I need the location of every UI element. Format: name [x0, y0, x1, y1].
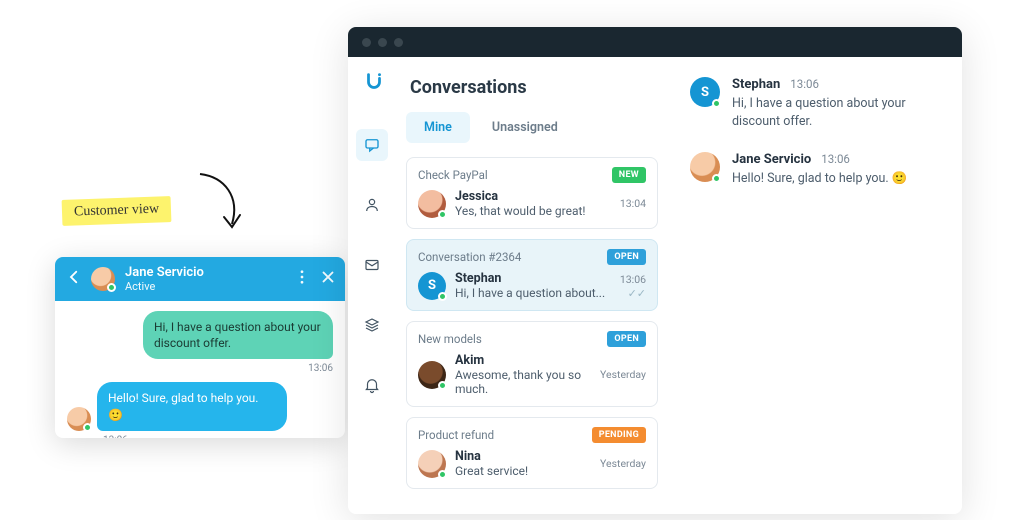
app-logo-icon[interactable]	[363, 71, 385, 99]
conversation-item[interactable]: New models OPEN Akim Awesome, thank you …	[406, 321, 658, 407]
window-titlebar	[348, 27, 962, 57]
arrow-customer-icon	[190, 169, 250, 239]
status-badge: OPEN	[607, 249, 646, 265]
status-badge: OPEN	[607, 331, 646, 347]
more-icon[interactable]	[293, 268, 309, 290]
agent-avatar	[91, 267, 115, 291]
thread-time: 13:06	[821, 152, 850, 166]
sidebar	[348, 57, 396, 514]
tab-unassigned[interactable]: Unassigned	[474, 112, 576, 143]
status-badge: PENDING	[592, 427, 646, 443]
close-icon[interactable]	[319, 268, 335, 290]
sidebar-item-inbox[interactable]	[356, 249, 388, 281]
conversation-time: 13:06	[620, 273, 646, 286]
conversation-subject: New models	[418, 332, 482, 346]
customer-chat-widget: Jane Servicio Active Hi, I have a questi…	[55, 257, 345, 438]
thread-message: Jane Servicio 13:06 Hello! Sure, glad to…	[690, 152, 942, 188]
thread-time: 13:06	[790, 77, 819, 91]
conversation-list-panel: Conversations Mine Unassigned Check PayP…	[396, 57, 672, 514]
message-out: Hi, I have a question about your discoun…	[67, 311, 333, 359]
agent-window: Conversations Mine Unassigned Check PayP…	[348, 27, 962, 514]
thread-text: Hello! Sure, glad to help you. 🙂	[732, 170, 907, 188]
chat-body: Hi, I have a question about your discoun…	[55, 301, 345, 438]
page-title: Conversations	[410, 77, 654, 98]
traffic-light-icon	[362, 38, 371, 47]
sender-name: Stephan	[455, 271, 605, 286]
snippet: Yes, that would be great!	[455, 204, 586, 218]
agent-name: Jane Servicio	[125, 265, 204, 280]
sidebar-item-contacts[interactable]	[356, 189, 388, 221]
sidebar-item-conversations[interactable]	[356, 129, 388, 161]
traffic-light-icon	[394, 38, 403, 47]
tabs: Mine Unassigned	[406, 112, 658, 143]
conversation-item[interactable]: Product refund PENDING Nina Great servic…	[406, 417, 658, 489]
sender-name: Jessica	[455, 189, 586, 204]
conversation-item[interactable]: Conversation #2364 OPEN S Stephan Hi, I …	[406, 239, 658, 311]
conversation-item[interactable]: Check PayPal NEW Jessica Yes, that would…	[406, 157, 658, 229]
tab-mine[interactable]: Mine	[406, 112, 470, 143]
thread-message: S Stephan 13:06 Hi, I have a question ab…	[690, 77, 942, 130]
avatar	[418, 361, 446, 389]
message-in: Hello! Sure, glad to help you. 🙂	[67, 382, 333, 430]
chat-header-text: Jane Servicio Active	[125, 265, 204, 293]
snippet: Awesome, thank you so much.	[455, 368, 600, 396]
thread-sender: Jane Servicio	[732, 152, 811, 167]
avatar	[418, 190, 446, 218]
sidebar-item-notifications[interactable]	[356, 369, 388, 401]
status-badge: NEW	[612, 167, 646, 183]
avatar	[67, 407, 91, 431]
conversation-subject: Conversation #2364	[418, 250, 521, 264]
traffic-light-icon	[378, 38, 387, 47]
thread-text: Hi, I have a question about your discoun…	[732, 95, 942, 130]
customer-view-label: Customer view	[62, 196, 172, 226]
message-bubble: Hi, I have a question about your discoun…	[143, 311, 333, 359]
sidebar-item-stack[interactable]	[356, 309, 388, 341]
avatar: S	[418, 272, 446, 300]
back-icon[interactable]	[65, 268, 83, 290]
snippet: Hi, I have a question about...	[455, 286, 605, 300]
conversation-time: 13:04	[620, 197, 646, 210]
conversation-time: Yesterday	[600, 457, 646, 470]
conversation-subject: Check PayPal	[418, 168, 488, 182]
sender-name: Nina	[455, 449, 528, 464]
read-receipt-icon: ✓✓	[620, 288, 646, 299]
avatar	[690, 152, 720, 182]
snippet: Great service!	[455, 464, 528, 478]
message-time: 13:06	[67, 363, 333, 374]
conversation-subject: Product refund	[418, 428, 494, 442]
chat-header: Jane Servicio Active	[55, 257, 345, 301]
conversation-time: Yesterday	[600, 368, 646, 381]
sender-name: Akim	[455, 353, 600, 368]
thread-sender: Stephan	[732, 77, 780, 92]
avatar	[418, 450, 446, 478]
agent-status: Active	[125, 280, 204, 293]
message-time: 13:06	[103, 435, 333, 438]
thread-panel: S Stephan 13:06 Hi, I have a question ab…	[672, 57, 962, 514]
avatar: S	[690, 77, 720, 107]
message-bubble: Hello! Sure, glad to help you. 🙂	[97, 382, 287, 430]
